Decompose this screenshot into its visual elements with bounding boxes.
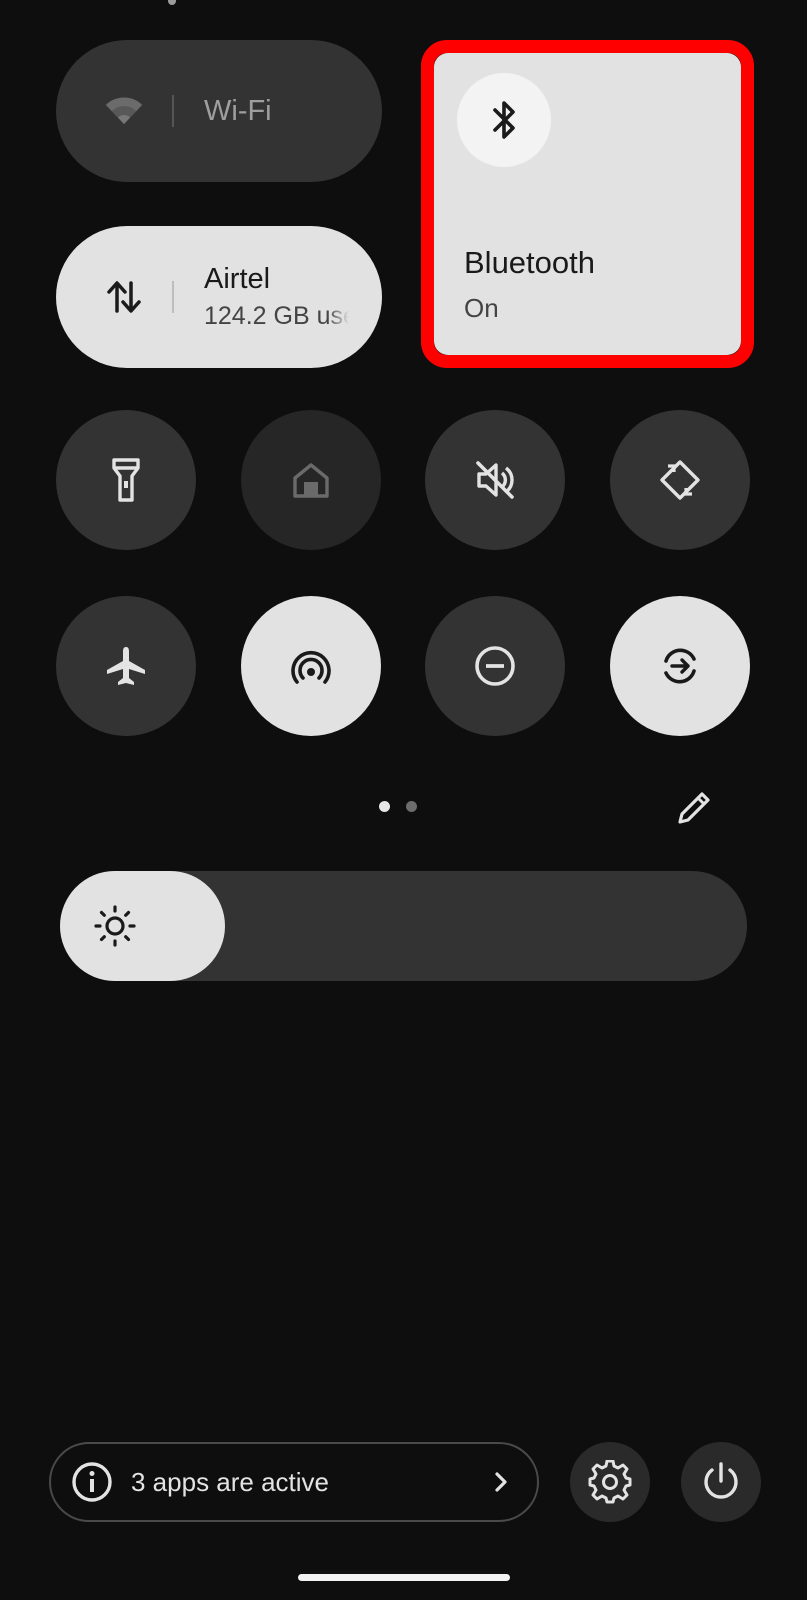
flashlight-icon (112, 458, 140, 502)
brightness-slider[interactable] (60, 871, 747, 981)
data-saver-tile[interactable] (610, 596, 750, 736)
carrier-name: Airtel (204, 263, 271, 295)
divider (172, 281, 174, 313)
auto-rotate-tile[interactable] (610, 410, 750, 550)
auto-rotate-icon (660, 460, 700, 500)
airplane-mode-tile[interactable] (56, 596, 196, 736)
divider (172, 95, 174, 127)
bluetooth-icon (493, 101, 515, 139)
mobile-data-tile[interactable]: Airtel 124.2 GB used (56, 226, 382, 368)
settings-button[interactable] (570, 1442, 650, 1522)
sound-mute-tile[interactable] (425, 410, 565, 550)
data-usage-text: 124.2 GB used (204, 302, 349, 330)
bluetooth-label: Bluetooth (464, 245, 595, 280)
hotspot-icon (291, 650, 331, 684)
do-not-disturb-icon (475, 646, 515, 686)
home-tile[interactable] (241, 410, 381, 550)
bluetooth-tile[interactable]: Bluetooth On (434, 53, 741, 355)
wifi-label: Wi-Fi (204, 94, 272, 127)
gear-icon (588, 1460, 632, 1504)
chevron-right-icon (493, 1470, 509, 1494)
page-indicator (406, 801, 417, 812)
active-apps-button[interactable]: 3 apps are active (49, 1442, 539, 1522)
page-indicator-active (379, 801, 390, 812)
mute-icon (476, 461, 514, 499)
brightness-icon (94, 905, 136, 947)
info-icon (71, 1461, 113, 1503)
bluetooth-icon-circle (457, 73, 551, 167)
data-saver-icon (664, 648, 696, 684)
home-gesture-bar[interactable] (298, 1574, 510, 1581)
flashlight-tile[interactable] (56, 410, 196, 550)
wifi-tile[interactable]: Wi-Fi (56, 40, 382, 182)
home-icon (293, 463, 329, 498)
do-not-disturb-tile[interactable] (425, 596, 565, 736)
brightness-slider-fill[interactable] (60, 871, 225, 981)
data-arrows-icon (104, 277, 144, 317)
edit-button[interactable] (674, 788, 714, 828)
pencil-icon (678, 792, 710, 824)
wifi-icon (104, 91, 144, 131)
active-apps-text: 3 apps are active (131, 1466, 330, 1497)
power-icon (704, 1462, 738, 1499)
hotspot-tile[interactable] (241, 596, 381, 736)
power-button[interactable] (681, 1442, 761, 1522)
airplane-icon (107, 647, 145, 685)
bluetooth-status: On (464, 293, 499, 323)
status-bar-fragment (150, 0, 180, 6)
